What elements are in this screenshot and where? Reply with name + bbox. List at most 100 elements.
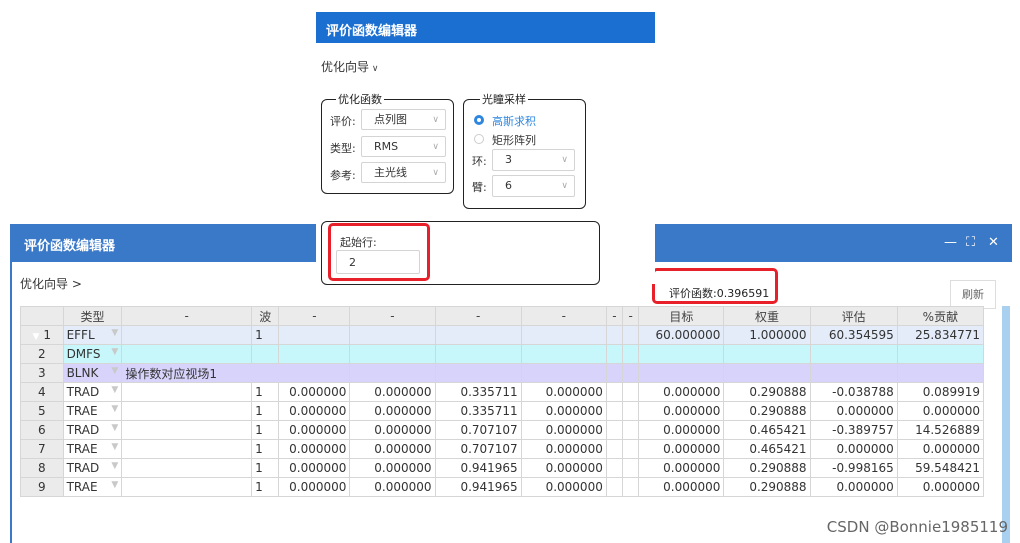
cell-empty[interactable] <box>605 477 624 497</box>
cell-c5[interactable]: 0.000000 <box>349 458 436 478</box>
cell-empty[interactable] <box>605 458 624 478</box>
cell-contrib[interactable] <box>896 363 985 383</box>
operand-type-cell[interactable]: TRAD ▼ <box>62 382 123 402</box>
table-row[interactable]: ▼ 1 EFFL ▼ 1 60.000000 1.000000 60.354595 25.834… <box>20 325 985 345</box>
cell-weight[interactable]: 1.000000 <box>723 325 811 345</box>
cell-value[interactable]: 0.000000 <box>809 401 898 421</box>
table-row[interactable]: 6 TRAD ▼ 1 0.000000 0.000000 0.707107 0.000000 0… <box>20 420 985 440</box>
close-icon[interactable]: ✕ <box>988 235 999 250</box>
table-row[interactable]: 7 TRAE ▼ 1 0.000000 0.000000 0.707107 0.000000 0… <box>20 439 985 459</box>
cell-empty[interactable] <box>605 382 624 402</box>
cell-value[interactable]: -0.389757 <box>809 420 898 440</box>
breadcrumb[interactable]: 优化向导 > <box>20 275 82 292</box>
cell-c5[interactable] <box>349 325 436 345</box>
cell-value[interactable]: 0.000000 <box>809 439 898 459</box>
cell-c7[interactable]: 0.000000 <box>520 420 607 440</box>
table-row[interactable]: 8 TRAD ▼ 1 0.000000 0.000000 0.941965 0.000000 0… <box>20 458 985 478</box>
row-number[interactable]: ▼ 1 <box>20 325 64 345</box>
cell-weight[interactable]: 0.290888 <box>723 382 811 402</box>
cell-wave[interactable]: 1 <box>251 382 280 402</box>
cell-c7[interactable] <box>520 344 607 364</box>
col-header-wave[interactable]: 波 <box>251 306 280 326</box>
cell-c5[interactable]: 0.000000 <box>349 401 436 421</box>
row-number[interactable]: 3 <box>20 363 64 383</box>
cell-c5[interactable]: 0.000000 <box>349 477 436 497</box>
col-header[interactable]: - <box>121 306 253 326</box>
cell-value[interactable] <box>809 363 898 383</box>
cell-value[interactable]: 60.354595 <box>809 325 898 345</box>
cell-text[interactable] <box>121 439 253 459</box>
dropdown-arrow-icon[interactable]: ▼ <box>111 461 118 471</box>
row-number[interactable]: 8 <box>20 458 64 478</box>
cell-weight[interactable]: 0.290888 <box>723 401 811 421</box>
cell-target[interactable]: 0.000000 <box>638 382 725 402</box>
dropdown-arrow-icon[interactable]: ▼ <box>111 385 118 395</box>
cell-c5[interactable] <box>349 344 436 364</box>
dropdown-arrow-icon[interactable]: ▼ <box>111 423 118 433</box>
cell-c5[interactable]: 0.000000 <box>349 420 436 440</box>
reference-select[interactable]: 主光线 ∨ <box>361 162 446 183</box>
cell-empty[interactable] <box>605 344 624 364</box>
cell-c6[interactable]: 0.335711 <box>434 401 522 421</box>
col-header[interactable]: - <box>278 306 351 326</box>
optimization-wizard-toggle[interactable]: 优化向导 ∨ <box>321 58 378 75</box>
cell-text[interactable] <box>121 382 253 402</box>
table-row[interactable]: 3 BLNK ▼ 操作数对应视场1 <box>20 363 985 383</box>
table-row[interactable]: 4 TRAD ▼ 1 0.000000 0.000000 0.335711 0.000000 0… <box>20 382 985 402</box>
cell-contrib[interactable] <box>896 344 985 364</box>
cell-target[interactable]: 0.000000 <box>638 401 725 421</box>
cell-c6[interactable]: 0.335711 <box>434 382 522 402</box>
row-number[interactable]: 9 <box>20 477 64 497</box>
col-header-target[interactable]: 目标 <box>638 306 725 326</box>
vertical-scrollbar[interactable] <box>1002 306 1010 543</box>
cell-contrib[interactable]: 0.000000 <box>896 439 985 459</box>
cell-empty[interactable] <box>605 401 624 421</box>
cell-contrib[interactable]: 0.000000 <box>896 401 985 421</box>
col-header[interactable]: - <box>622 306 640 326</box>
cell-text[interactable]: 操作数对应视场1 <box>121 363 351 383</box>
cell-empty[interactable] <box>622 363 640 383</box>
cell-c7[interactable]: 0.000000 <box>520 382 607 402</box>
cell-empty[interactable] <box>605 420 624 440</box>
operand-type-cell[interactable]: BLNK ▼ <box>62 363 123 383</box>
cell-wave[interactable]: 1 <box>251 439 280 459</box>
cell-weight[interactable]: 0.465421 <box>723 439 811 459</box>
row-number[interactable]: 4 <box>20 382 64 402</box>
operand-type-cell[interactable]: TRAE ▼ <box>62 401 123 421</box>
col-header[interactable]: - <box>349 306 436 326</box>
col-header[interactable]: - <box>434 306 522 326</box>
col-header-type[interactable]: 类型 <box>62 306 123 326</box>
cell-c7[interactable]: 0.000000 <box>520 477 607 497</box>
cell-target[interactable]: 0.000000 <box>638 420 725 440</box>
row-number[interactable]: 2 <box>20 344 64 364</box>
table-row[interactable]: 9 TRAE ▼ 1 0.000000 0.000000 0.941965 0.000000 0… <box>20 477 985 497</box>
cell-value[interactable]: -0.998165 <box>809 458 898 478</box>
cell-c4[interactable]: 0.000000 <box>278 420 351 440</box>
cell-empty[interactable] <box>622 401 640 421</box>
cell-wave[interactable] <box>251 344 280 364</box>
operand-type-cell[interactable]: DMFS ▼ <box>62 344 123 364</box>
cell-c6[interactable]: 0.707107 <box>434 439 522 459</box>
row-number[interactable]: 6 <box>20 420 64 440</box>
col-header-value[interactable]: 评估 <box>809 306 898 326</box>
cell-contrib[interactable]: 25.834771 <box>896 325 985 345</box>
cell-empty[interactable] <box>622 344 640 364</box>
table-row[interactable]: 5 TRAE ▼ 1 0.000000 0.000000 0.335711 0.000000 0… <box>20 401 985 421</box>
cell-text[interactable] <box>121 458 253 478</box>
minimize-icon[interactable]: — <box>944 235 957 250</box>
cell-wave[interactable]: 1 <box>251 420 280 440</box>
cell-text[interactable] <box>121 344 253 364</box>
start-row-input[interactable]: 2 <box>336 250 420 274</box>
cell-c4[interactable]: 0.000000 <box>278 458 351 478</box>
operand-type-cell[interactable]: TRAE ▼ <box>62 477 123 497</box>
cell-contrib[interactable]: 0.000000 <box>896 477 985 497</box>
cell-c4[interactable]: 0.000000 <box>278 382 351 402</box>
col-header[interactable]: - <box>605 306 624 326</box>
cell-value[interactable]: 0.000000 <box>809 477 898 497</box>
cell-wave[interactable]: 1 <box>251 325 280 345</box>
cell-c6[interactable]: 0.707107 <box>434 420 522 440</box>
col-header-weight[interactable]: 权重 <box>723 306 811 326</box>
cell-empty[interactable] <box>622 325 640 345</box>
col-header[interactable]: - <box>520 306 607 326</box>
col-header-contrib[interactable]: %贡献 <box>896 306 985 326</box>
